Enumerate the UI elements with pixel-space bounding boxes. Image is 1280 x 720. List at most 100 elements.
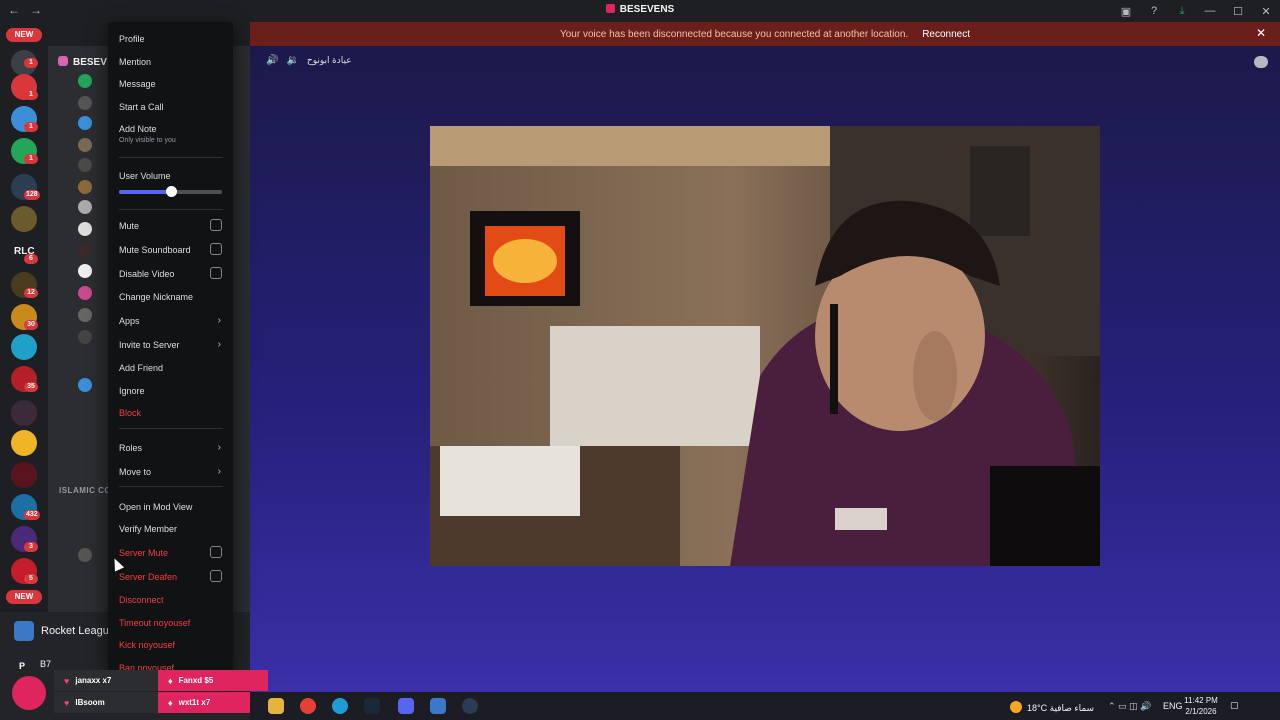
menu-change-nickname[interactable]: Change Nickname <box>119 289 223 305</box>
mute-checkbox[interactable] <box>210 219 222 231</box>
menu-user-volume-label: User Volume <box>119 171 171 181</box>
voice-user[interactable] <box>78 242 98 260</box>
voice-user[interactable] <box>78 94 98 112</box>
voice-user[interactable] <box>78 284 98 302</box>
voice-user[interactable] <box>78 136 98 154</box>
minimize-icon[interactable]: — <box>1196 5 1224 17</box>
chevron-right-icon: › <box>217 442 221 453</box>
menu-divider <box>119 428 223 429</box>
avatar <box>78 96 92 110</box>
download-icon[interactable]: ⤓ <box>1168 5 1196 18</box>
menu-apps[interactable]: Apps › <box>119 313 223 329</box>
menu-verify-member[interactable]: Verify Member <box>119 521 223 537</box>
disable-video-checkbox[interactable] <box>210 267 222 279</box>
voice-user[interactable] <box>78 178 98 196</box>
maximize-icon[interactable]: ☐ <box>1224 5 1252 18</box>
menu-timeout[interactable]: Timeout noyousef <box>119 615 223 631</box>
rocket-league-taskbar-icon[interactable] <box>430 698 446 714</box>
voice-user[interactable] <box>78 546 98 564</box>
language-indicator[interactable]: ENG <box>1163 701 1183 711</box>
menu-message[interactable]: Message <box>119 76 223 92</box>
app-taskbar-icon[interactable] <box>462 698 478 714</box>
overlay-name: Fanxd $5 <box>178 676 214 685</box>
overlay-name: IBsoom <box>75 698 105 707</box>
new-badge: NEW <box>6 28 42 42</box>
server-deafen-checkbox[interactable] <box>210 570 222 582</box>
reconnect-button[interactable]: Reconnect <box>922 27 970 42</box>
menu-profile[interactable]: Profile <box>119 31 223 47</box>
voice-user[interactable] <box>78 72 98 90</box>
mute-soundboard-checkbox[interactable] <box>210 243 222 255</box>
unread-badge: 3 <box>24 542 38 552</box>
discord-icon[interactable] <box>398 698 414 714</box>
menu-open-in-mod-view[interactable]: Open in Mod View <box>119 499 223 515</box>
close-banner-icon[interactable]: ✕ <box>1256 26 1266 40</box>
voice-user[interactable] <box>78 114 98 132</box>
weather-widget[interactable]: 18°C سماء صافية <box>1010 701 1094 714</box>
apps-label: Apps <box>119 316 140 326</box>
notification-icon[interactable]: ▢ <box>1230 700 1239 711</box>
volume-handle[interactable] <box>165 186 177 197</box>
chevron-right-icon: › <box>217 466 221 477</box>
edge-icon[interactable] <box>332 698 348 714</box>
menu-ignore[interactable]: Ignore <box>119 383 223 399</box>
avatar <box>78 244 92 258</box>
chat-icon[interactable] <box>1254 56 1268 68</box>
server-header[interactable]: BESEV <box>58 56 107 68</box>
app-title: BESEVENS <box>0 4 1280 15</box>
new-badge: NEW <box>6 590 42 604</box>
voice-user[interactable] <box>78 328 98 346</box>
user-volume-slider[interactable] <box>119 186 222 197</box>
server-icon[interactable] <box>11 430 37 456</box>
voice-user[interactable] <box>78 156 98 174</box>
tray-icons[interactable]: ⌃ ▭ ◫ 🔊 <box>1108 701 1151 712</box>
menu-disable-video[interactable]: Disable Video <box>119 266 223 282</box>
inbox-icon[interactable]: ▣ <box>1112 5 1140 18</box>
unread-badge: 12 <box>24 288 38 298</box>
menu-divider <box>119 209 223 210</box>
voice-user[interactable] <box>78 376 98 394</box>
channel-category[interactable]: ISLAMIC CO <box>59 486 111 495</box>
disconnect-banner: Your voice has been disconnected because… <box>250 22 1280 46</box>
unread-badge: 6 <box>24 254 38 264</box>
menu-server-mute[interactable]: Server Mute <box>119 545 223 561</box>
voice-user[interactable] <box>78 220 98 238</box>
server-mute-checkbox[interactable] <box>210 546 222 558</box>
stage-title: عيادة ابونوح <box>306 55 352 65</box>
file-explorer-icon[interactable] <box>268 698 284 714</box>
unread-badge: 1 <box>24 122 38 132</box>
clock[interactable]: 11:42 PM 2/1/2026 <box>1181 695 1221 717</box>
help-icon[interactable]: ? <box>1140 5 1168 17</box>
menu-block[interactable]: Block <box>119 405 223 421</box>
menu-mute[interactable]: Mute <box>119 218 223 234</box>
weather-condition: سماء صافية <box>1049 703 1095 713</box>
menu-disconnect[interactable]: Disconnect <box>119 592 223 608</box>
windows-taskbar: 18°C سماء صافية ⌃ ▭ ◫ 🔊 ENG 11:42 PM 2/1/… <box>250 692 1280 720</box>
steam-icon[interactable] <box>364 698 380 714</box>
menu-divider <box>119 486 223 487</box>
close-window-icon[interactable]: ✕ <box>1252 5 1280 18</box>
menu-server-deafen[interactable]: Server Deafen <box>119 569 223 585</box>
menu-invite-to-server[interactable]: Invite to Server › <box>119 337 223 353</box>
voice-user[interactable] <box>78 198 98 216</box>
chrome-icon[interactable] <box>300 698 316 714</box>
avatar <box>78 74 92 88</box>
menu-mute-soundboard[interactable]: Mute Soundboard <box>119 242 223 258</box>
app-title-text: BESEVENS <box>619 4 675 15</box>
server-icon[interactable] <box>11 206 37 232</box>
add-note-subtext: Only visible to you <box>119 137 176 144</box>
menu-mention[interactable]: Mention <box>119 54 223 70</box>
menu-roles[interactable]: Roles › <box>119 440 223 456</box>
server-icon[interactable] <box>11 462 37 488</box>
menu-move-to[interactable]: Move to › <box>119 464 223 480</box>
menu-add-friend[interactable]: Add Friend <box>119 360 223 376</box>
voice-user[interactable] <box>78 306 98 324</box>
menu-kick[interactable]: Kick noyousef <box>119 637 223 653</box>
menu-add-note[interactable]: Add Note Only visible to you <box>119 121 223 144</box>
menu-start-call[interactable]: Start a Call <box>119 99 223 115</box>
server-icon[interactable] <box>11 400 37 426</box>
unread-badge: 128 <box>24 190 40 200</box>
voice-user[interactable] <box>78 262 98 280</box>
video-stream[interactable] <box>430 126 1100 566</box>
server-icon[interactable] <box>11 334 37 360</box>
